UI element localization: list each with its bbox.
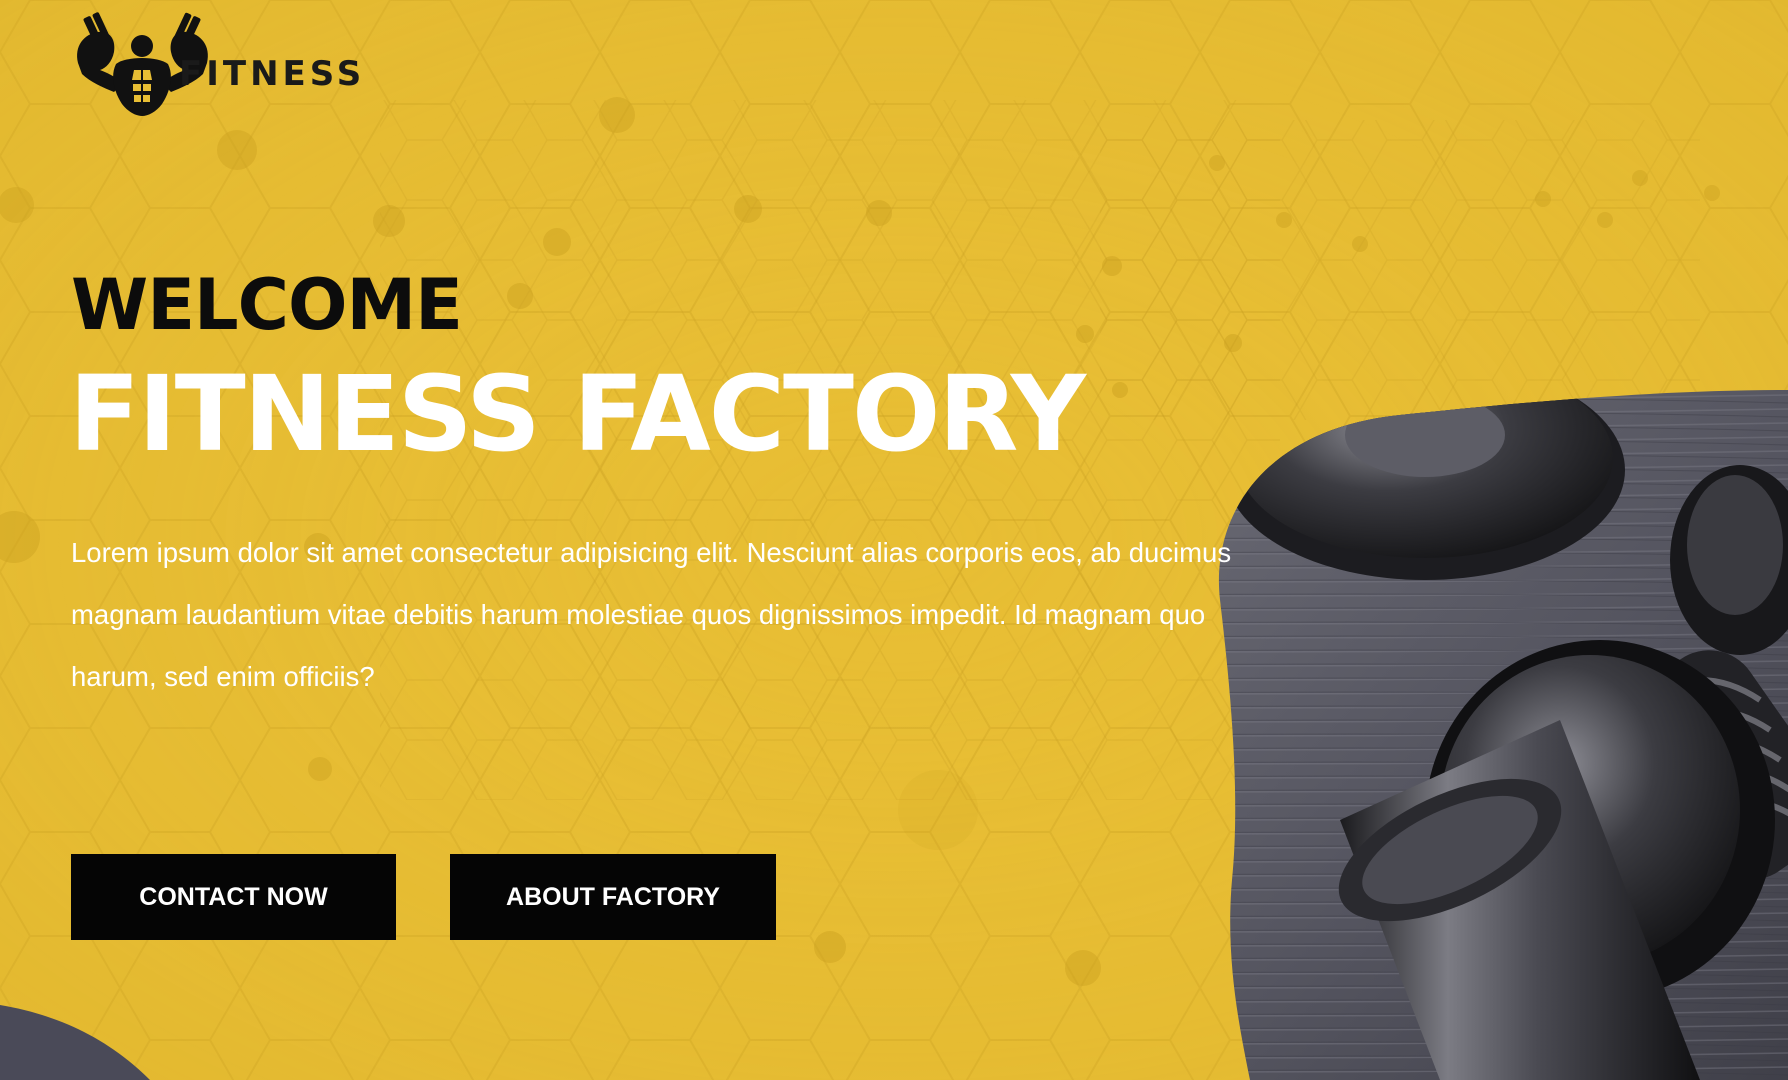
site-logo[interactable]: FITNESS	[70, 8, 365, 118]
hero-section: FITNESS WELCOME FITNESS FACTORY Lorem ip…	[0, 0, 1788, 1080]
welcome-heading: WELCOME	[71, 264, 463, 346]
hero-buttons: CONTACT NOW ABOUT FACTORY	[71, 854, 776, 940]
logo-text: FITNESS	[179, 54, 366, 94]
about-factory-button[interactable]: ABOUT FACTORY	[450, 854, 776, 940]
hero-title: FITNESS FACTORY	[69, 353, 1086, 475]
contact-now-button[interactable]: CONTACT NOW	[71, 854, 396, 940]
hero-description: Lorem ipsum dolor sit amet consectetur a…	[71, 537, 1232, 692]
hero-content: WELCOME FITNESS FACTORY Lorem ipsum dolo…	[69, 264, 1301, 708]
